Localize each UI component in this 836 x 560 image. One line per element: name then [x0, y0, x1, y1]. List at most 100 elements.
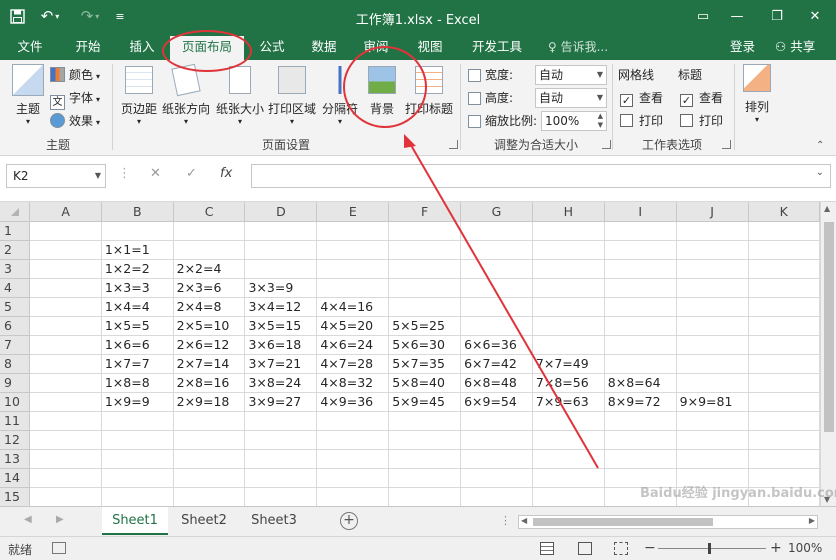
cell[interactable]	[748, 297, 820, 317]
cell[interactable]	[173, 221, 246, 241]
cell[interactable]: 4×4=16	[316, 297, 390, 317]
column-header[interactable]: I	[604, 202, 677, 222]
cell[interactable]	[244, 468, 318, 488]
colors-button[interactable]: 颜色 ▾	[50, 64, 100, 86]
cell[interactable]	[604, 316, 677, 336]
close-button[interactable]: ✕	[800, 2, 830, 30]
cell[interactable]: 2×3=6	[173, 278, 246, 298]
cell[interactable]: 6×6=36	[460, 335, 533, 355]
cell[interactable]	[676, 221, 749, 241]
cell[interactable]	[748, 411, 820, 431]
horizontal-scrollbar[interactable]: ◀ ▶	[518, 515, 818, 529]
cell[interactable]: 1×5=5	[101, 316, 174, 336]
cell[interactable]	[676, 278, 749, 298]
cell[interactable]: 3×4=12	[244, 297, 318, 317]
cell[interactable]	[244, 221, 318, 241]
cell[interactable]	[388, 411, 462, 431]
chevron-down-icon[interactable]: ▼	[95, 165, 101, 187]
size-button[interactable]: 纸张大小 ▾	[214, 66, 266, 126]
cancel-icon[interactable]: ✕	[150, 166, 161, 181]
column-header[interactable]: H	[532, 202, 605, 222]
cell[interactable]	[748, 278, 820, 298]
cell[interactable]: 2×5=10	[173, 316, 246, 336]
scroll-left-icon[interactable]: ◀	[521, 516, 527, 525]
cell[interactable]	[244, 487, 318, 506]
cell[interactable]: 1×7=7	[101, 354, 174, 374]
gridlines-view-checkbox[interactable]: ✓ 查看	[620, 87, 663, 109]
cell[interactable]: 8×9=72	[604, 392, 677, 412]
cell[interactable]	[532, 430, 605, 450]
cell[interactable]	[244, 449, 318, 469]
cell[interactable]: 4×7=28	[316, 354, 390, 374]
cell[interactable]: 4×8=32	[316, 373, 390, 393]
cell[interactable]: 6×7=42	[460, 354, 533, 374]
cell[interactable]	[101, 221, 174, 241]
cell[interactable]	[316, 468, 390, 488]
cell[interactable]	[532, 487, 605, 506]
cell[interactable]	[244, 411, 318, 431]
row-header[interactable]: 11	[0, 411, 31, 431]
cell[interactable]	[532, 411, 605, 431]
cell[interactable]	[316, 487, 390, 506]
horizontal-scroll-thumb[interactable]	[533, 518, 713, 526]
cell[interactable]	[388, 468, 462, 488]
cell[interactable]	[676, 449, 749, 469]
headings-view-checkbox[interactable]: ✓ 查看	[680, 87, 723, 109]
cell[interactable]	[532, 449, 605, 469]
column-header[interactable]: C	[173, 202, 246, 222]
column-header[interactable]: B	[101, 202, 174, 222]
sheet-tab-2[interactable]: Sheet2	[170, 507, 238, 535]
cell[interactable]	[532, 259, 605, 279]
cell[interactable]	[29, 430, 102, 450]
cell[interactable]	[173, 468, 246, 488]
row-header[interactable]: 7	[0, 335, 31, 355]
expand-formula-icon[interactable]: ⌄	[816, 167, 824, 178]
cell[interactable]	[604, 297, 677, 317]
cell[interactable]	[748, 430, 820, 450]
cell[interactable]	[29, 354, 102, 374]
cell[interactable]	[29, 487, 102, 506]
cell[interactable]: 1×4=4	[101, 297, 174, 317]
height-dropdown[interactable]: 自动 ▼	[535, 88, 607, 108]
cell[interactable]	[532, 278, 605, 298]
tab-file[interactable]: 文件	[8, 34, 52, 60]
cell[interactable]	[173, 430, 246, 450]
enter-icon[interactable]: ✓	[186, 166, 197, 181]
cell[interactable]: 7×9=63	[532, 392, 605, 412]
cell[interactable]	[604, 430, 677, 450]
margins-button[interactable]: 页边距 ▾	[118, 66, 160, 126]
cell[interactable]	[388, 221, 462, 241]
cell[interactable]	[101, 449, 174, 469]
row-header[interactable]: 5	[0, 297, 31, 317]
cell[interactable]	[29, 297, 102, 317]
cell[interactable]	[460, 316, 533, 336]
width-dropdown[interactable]: 自动 ▼	[535, 65, 607, 85]
cell[interactable]: 4×5=20	[316, 316, 390, 336]
cell[interactable]	[604, 354, 677, 374]
page-break-view-icon[interactable]	[614, 542, 628, 555]
cell[interactable]: 3×8=24	[244, 373, 318, 393]
orientation-button[interactable]: 纸张方向 ▾	[160, 63, 212, 126]
cell[interactable]: 6×9=54	[460, 392, 533, 412]
row-header[interactable]: 4	[0, 278, 31, 298]
cell[interactable]	[244, 430, 318, 450]
scale-spinner[interactable]: 100% ▲ ▼	[541, 111, 607, 131]
cell[interactable]	[676, 316, 749, 336]
select-all-corner[interactable]	[0, 202, 31, 222]
cell[interactable]	[388, 259, 462, 279]
cell[interactable]	[604, 449, 677, 469]
cell[interactable]	[101, 430, 174, 450]
cell[interactable]: 8×8=64	[604, 373, 677, 393]
column-header[interactable]: E	[316, 202, 390, 222]
cell[interactable]: 4×6=24	[316, 335, 390, 355]
vertical-scroll-thumb[interactable]	[824, 222, 834, 432]
tab-insert[interactable]: 插入	[118, 34, 166, 60]
cell[interactable]	[748, 221, 820, 241]
cell[interactable]	[29, 259, 102, 279]
cell[interactable]	[460, 468, 533, 488]
cell[interactable]	[532, 468, 605, 488]
tab-home[interactable]: 开始	[64, 34, 112, 60]
row-header[interactable]: 8	[0, 354, 31, 374]
cell[interactable]	[316, 430, 390, 450]
cell[interactable]: 7×8=56	[532, 373, 605, 393]
